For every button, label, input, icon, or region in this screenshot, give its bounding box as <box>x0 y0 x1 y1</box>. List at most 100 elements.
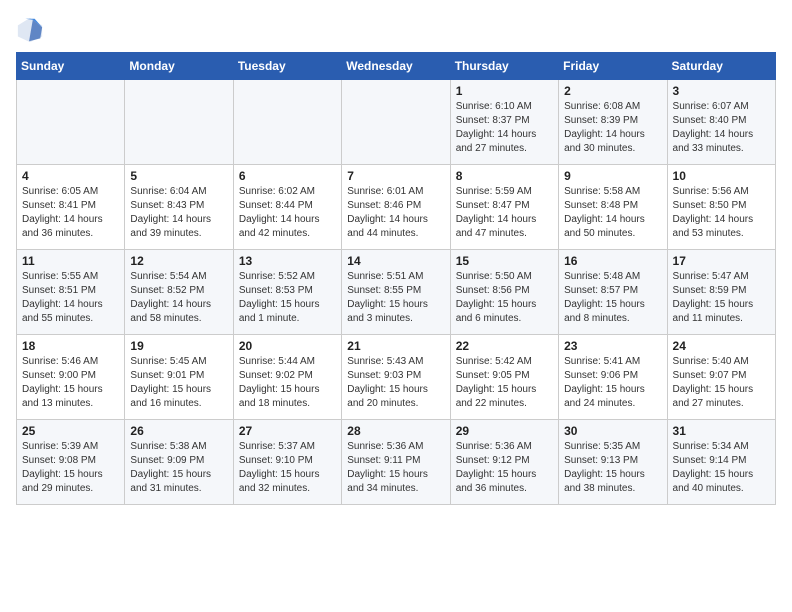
day-header-wednesday: Wednesday <box>342 53 450 80</box>
day-number: 20 <box>239 339 336 353</box>
day-info: Sunrise: 5:44 AM Sunset: 9:02 PM Dayligh… <box>239 355 336 411</box>
calendar-cell <box>17 80 125 165</box>
day-info: Sunrise: 5:43 AM Sunset: 9:03 PM Dayligh… <box>347 355 444 411</box>
day-number: 26 <box>130 424 227 438</box>
day-info: Sunrise: 6:08 AM Sunset: 8:39 PM Dayligh… <box>564 100 661 156</box>
day-info: Sunrise: 5:40 AM Sunset: 9:07 PM Dayligh… <box>673 355 770 411</box>
day-info: Sunrise: 5:58 AM Sunset: 8:48 PM Dayligh… <box>564 185 661 241</box>
day-header-saturday: Saturday <box>667 53 775 80</box>
day-number: 28 <box>347 424 444 438</box>
day-info: Sunrise: 6:02 AM Sunset: 8:44 PM Dayligh… <box>239 185 336 241</box>
day-header-friday: Friday <box>559 53 667 80</box>
day-info: Sunrise: 6:07 AM Sunset: 8:40 PM Dayligh… <box>673 100 770 156</box>
calendar-cell <box>125 80 233 165</box>
day-number: 23 <box>564 339 661 353</box>
calendar-cell: 28 Sunrise: 5:36 AM Sunset: 9:11 PM Dayli… <box>342 420 450 505</box>
day-number: 12 <box>130 254 227 268</box>
page-header <box>16 16 776 44</box>
day-info: Sunrise: 5:39 AM Sunset: 9:08 PM Dayligh… <box>22 440 119 496</box>
calendar-cell: 30 Sunrise: 5:35 AM Sunset: 9:13 PM Dayli… <box>559 420 667 505</box>
calendar-cell: 22 Sunrise: 5:42 AM Sunset: 9:05 PM Dayli… <box>450 335 558 420</box>
day-number: 29 <box>456 424 553 438</box>
day-info: Sunrise: 5:59 AM Sunset: 8:47 PM Dayligh… <box>456 185 553 241</box>
day-info: Sunrise: 5:47 AM Sunset: 8:59 PM Dayligh… <box>673 270 770 326</box>
day-number: 5 <box>130 169 227 183</box>
day-info: Sunrise: 5:54 AM Sunset: 8:52 PM Dayligh… <box>130 270 227 326</box>
calendar-cell: 12 Sunrise: 5:54 AM Sunset: 8:52 PM Dayli… <box>125 250 233 335</box>
calendar-cell: 11 Sunrise: 5:55 AM Sunset: 8:51 PM Dayli… <box>17 250 125 335</box>
day-info: Sunrise: 5:45 AM Sunset: 9:01 PM Dayligh… <box>130 355 227 411</box>
calendar-week-row: 1 Sunrise: 6:10 AM Sunset: 8:37 PM Daylig… <box>17 80 776 165</box>
calendar-cell: 19 Sunrise: 5:45 AM Sunset: 9:01 PM Dayli… <box>125 335 233 420</box>
day-number: 9 <box>564 169 661 183</box>
day-number: 25 <box>22 424 119 438</box>
day-number: 27 <box>239 424 336 438</box>
logo-icon <box>16 16 44 44</box>
calendar-cell: 10 Sunrise: 5:56 AM Sunset: 8:50 PM Dayli… <box>667 165 775 250</box>
calendar-cell: 31 Sunrise: 5:34 AM Sunset: 9:14 PM Dayli… <box>667 420 775 505</box>
day-number: 21 <box>347 339 444 353</box>
day-header-thursday: Thursday <box>450 53 558 80</box>
day-header-sunday: Sunday <box>17 53 125 80</box>
day-number: 4 <box>22 169 119 183</box>
calendar-table: SundayMondayTuesdayWednesdayThursdayFrid… <box>16 52 776 505</box>
logo <box>16 16 48 44</box>
calendar-cell: 3 Sunrise: 6:07 AM Sunset: 8:40 PM Daylig… <box>667 80 775 165</box>
calendar-cell: 6Sunrise: 6:02 AM Sunset: 8:44 PM Daylig… <box>233 165 341 250</box>
day-number: 15 <box>456 254 553 268</box>
calendar-cell: 21 Sunrise: 5:43 AM Sunset: 9:03 PM Dayli… <box>342 335 450 420</box>
calendar-cell: 17 Sunrise: 5:47 AM Sunset: 8:59 PM Dayli… <box>667 250 775 335</box>
calendar-header-row: SundayMondayTuesdayWednesdayThursdayFrid… <box>17 53 776 80</box>
calendar-week-row: 25 Sunrise: 5:39 AM Sunset: 9:08 PM Dayli… <box>17 420 776 505</box>
day-number: 31 <box>673 424 770 438</box>
day-number: 22 <box>456 339 553 353</box>
calendar-week-row: 11 Sunrise: 5:55 AM Sunset: 8:51 PM Dayli… <box>17 250 776 335</box>
calendar-week-row: 18 Sunrise: 5:46 AM Sunset: 9:00 PM Dayli… <box>17 335 776 420</box>
day-info: Sunrise: 5:46 AM Sunset: 9:00 PM Dayligh… <box>22 355 119 411</box>
day-number: 24 <box>673 339 770 353</box>
day-number: 2 <box>564 84 661 98</box>
calendar-cell: 16Sunrise: 5:48 AM Sunset: 8:57 PM Dayli… <box>559 250 667 335</box>
day-info: Sunrise: 5:35 AM Sunset: 9:13 PM Dayligh… <box>564 440 661 496</box>
day-header-tuesday: Tuesday <box>233 53 341 80</box>
calendar-cell: 27 Sunrise: 5:37 AM Sunset: 9:10 PM Dayli… <box>233 420 341 505</box>
day-info: Sunrise: 5:50 AM Sunset: 8:56 PM Dayligh… <box>456 270 553 326</box>
day-info: Sunrise: 5:48 AM Sunset: 8:57 PM Dayligh… <box>564 270 661 326</box>
day-info: Sunrise: 5:36 AM Sunset: 9:11 PM Dayligh… <box>347 440 444 496</box>
day-number: 11 <box>22 254 119 268</box>
day-info: Sunrise: 6:05 AM Sunset: 8:41 PM Dayligh… <box>22 185 119 241</box>
day-info: Sunrise: 6:04 AM Sunset: 8:43 PM Dayligh… <box>130 185 227 241</box>
day-info: Sunrise: 5:52 AM Sunset: 8:53 PM Dayligh… <box>239 270 336 326</box>
calendar-cell: 4 Sunrise: 6:05 AM Sunset: 8:41 PM Daylig… <box>17 165 125 250</box>
calendar-cell: 18 Sunrise: 5:46 AM Sunset: 9:00 PM Dayli… <box>17 335 125 420</box>
calendar-cell: 26Sunrise: 5:38 AM Sunset: 9:09 PM Dayli… <box>125 420 233 505</box>
calendar-week-row: 4 Sunrise: 6:05 AM Sunset: 8:41 PM Daylig… <box>17 165 776 250</box>
calendar-cell: 25 Sunrise: 5:39 AM Sunset: 9:08 PM Dayli… <box>17 420 125 505</box>
day-info: Sunrise: 6:01 AM Sunset: 8:46 PM Dayligh… <box>347 185 444 241</box>
day-number: 3 <box>673 84 770 98</box>
day-header-monday: Monday <box>125 53 233 80</box>
calendar-cell: 29Sunrise: 5:36 AM Sunset: 9:12 PM Dayli… <box>450 420 558 505</box>
day-number: 10 <box>673 169 770 183</box>
calendar-cell: 15 Sunrise: 5:50 AM Sunset: 8:56 PM Dayli… <box>450 250 558 335</box>
day-number: 1 <box>456 84 553 98</box>
day-info: Sunrise: 5:41 AM Sunset: 9:06 PM Dayligh… <box>564 355 661 411</box>
calendar-cell <box>233 80 341 165</box>
day-info: Sunrise: 5:55 AM Sunset: 8:51 PM Dayligh… <box>22 270 119 326</box>
day-number: 30 <box>564 424 661 438</box>
day-number: 18 <box>22 339 119 353</box>
calendar-cell: 7 Sunrise: 6:01 AM Sunset: 8:46 PM Daylig… <box>342 165 450 250</box>
calendar-cell: 20 Sunrise: 5:44 AM Sunset: 9:02 PM Dayli… <box>233 335 341 420</box>
day-info: Sunrise: 5:42 AM Sunset: 9:05 PM Dayligh… <box>456 355 553 411</box>
day-number: 19 <box>130 339 227 353</box>
day-info: Sunrise: 5:56 AM Sunset: 8:50 PM Dayligh… <box>673 185 770 241</box>
day-info: Sunrise: 5:34 AM Sunset: 9:14 PM Dayligh… <box>673 440 770 496</box>
day-info: Sunrise: 6:10 AM Sunset: 8:37 PM Dayligh… <box>456 100 553 156</box>
day-number: 17 <box>673 254 770 268</box>
day-info: Sunrise: 5:37 AM Sunset: 9:10 PM Dayligh… <box>239 440 336 496</box>
calendar-cell: 14Sunrise: 5:51 AM Sunset: 8:55 PM Dayli… <box>342 250 450 335</box>
calendar-cell: 9 Sunrise: 5:58 AM Sunset: 8:48 PM Daylig… <box>559 165 667 250</box>
calendar-cell: 8Sunrise: 5:59 AM Sunset: 8:47 PM Daylig… <box>450 165 558 250</box>
day-number: 13 <box>239 254 336 268</box>
day-number: 7 <box>347 169 444 183</box>
